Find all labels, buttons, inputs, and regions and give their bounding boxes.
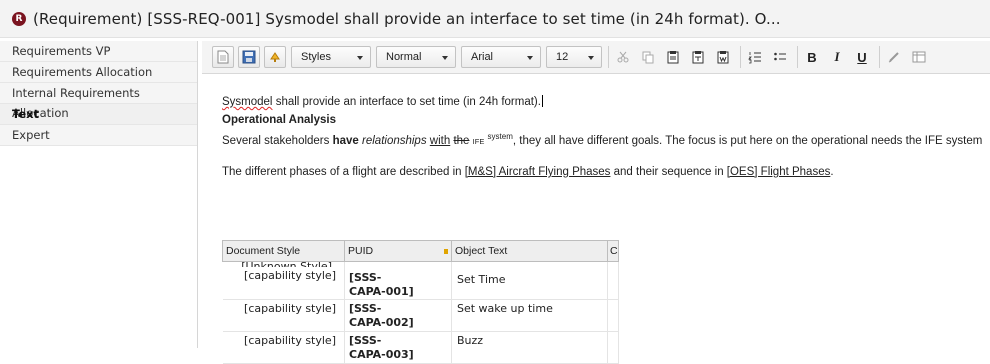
- table-header-row: Document Style PUID Object Text C: [222, 240, 619, 262]
- save-icon: [242, 50, 256, 64]
- puid-cell: [SSS- CAPA-002]: [344, 299, 452, 332]
- link-icon: [888, 52, 899, 63]
- text-cursor: [541, 95, 543, 107]
- copy-icon: [642, 51, 654, 64]
- toolbar-separator: [879, 46, 880, 68]
- sidebar-item-text[interactable]: Text: [0, 104, 197, 125]
- underline-button[interactable]: U: [851, 46, 873, 68]
- bulleted-list-button[interactable]: [769, 46, 791, 68]
- property-pages-sidebar: Requirements VP Requirements Allocation …: [0, 41, 198, 348]
- paste-word-button[interactable]: [712, 46, 734, 68]
- sidebar-item-expert[interactable]: Expert: [0, 125, 197, 146]
- paste-word-icon: [717, 51, 729, 64]
- extra-cell: [607, 299, 619, 332]
- editor-title: (Requirement) [SSS-REQ-001] Sysmodel sha…: [33, 9, 781, 28]
- toolbar-separator: [740, 46, 741, 68]
- requirement-icon: R: [12, 11, 26, 26]
- document-style-cell: [Unknown Style] [capability style]: [222, 260, 345, 300]
- small-run: IFE: [472, 137, 485, 146]
- new-document-icon: [217, 50, 229, 64]
- numbered-list-icon: [748, 52, 761, 64]
- format-dropdown[interactable]: Normal: [376, 46, 456, 68]
- numbered-list-button[interactable]: [744, 46, 766, 68]
- paste-text-icon: [692, 51, 704, 64]
- sort-marker-icon: [444, 249, 448, 254]
- underlined-run: with: [429, 135, 451, 147]
- sidebar-item-requirements-vp[interactable]: Requirements VP: [0, 41, 197, 62]
- bulleted-list-icon: [774, 52, 786, 61]
- chevron-down-icon: [588, 56, 594, 60]
- bold-button[interactable]: B: [801, 46, 823, 68]
- puid-part: [SSS-: [349, 302, 382, 315]
- paste-button[interactable]: [662, 46, 684, 68]
- stakeholders-paragraph: Several stakeholders have relationships …: [222, 132, 983, 147]
- extra-cell: [607, 261, 619, 300]
- flight-phases-paragraph: The different phases of a flight are des…: [222, 166, 834, 178]
- puid-part: CAPA-002]: [349, 316, 414, 329]
- table-row[interactable]: [capability style] [SSS- CAPA-002] Set w…: [222, 299, 619, 332]
- column-header-puid-label: PUID: [348, 245, 374, 257]
- sidebar-item-requirements-allocation[interactable]: Requirements Allocation: [0, 62, 197, 83]
- strikethrough-run: the: [453, 135, 470, 147]
- document-style-cell: [capability style]: [222, 299, 345, 332]
- sidebar-item-internal-requirements-allocation[interactable]: Internal Requirements Allocation: [0, 83, 197, 120]
- refresh-icon: [270, 52, 280, 62]
- font-value: Arial: [471, 51, 494, 63]
- toolbar-separator: [608, 46, 609, 68]
- requirement-text-rest: shall provide an interface to set time (…: [272, 96, 541, 108]
- table-row[interactable]: [Unknown Style] [capability style] [SSS-…: [222, 260, 619, 300]
- puid-part: CAPA-001]: [349, 285, 414, 298]
- object-text-cell: Set Time: [451, 261, 608, 300]
- copy-button[interactable]: [637, 46, 659, 68]
- object-text-cell: Set wake up time: [451, 299, 608, 332]
- font-size-dropdown[interactable]: 12: [546, 46, 602, 68]
- cut-icon: [617, 51, 629, 63]
- capability-style-label: [capability style]: [244, 269, 336, 282]
- cut-button[interactable]: [612, 46, 634, 68]
- toolbar-separator: [797, 46, 798, 68]
- editor-toolbar: Styles Normal Arial 12 B I U: [202, 41, 990, 74]
- puid-cell: [SSS- CAPA-001]: [344, 261, 452, 300]
- puid-part: CAPA-003]: [349, 348, 414, 361]
- misspelled-word: Sysmodel: [222, 96, 273, 108]
- link-button[interactable]: [883, 46, 905, 68]
- table-button[interactable]: [908, 46, 930, 68]
- column-header-partial[interactable]: C: [607, 240, 619, 262]
- italic-button[interactable]: I: [826, 46, 848, 68]
- puid-part: [SSS-: [349, 271, 382, 284]
- paste-text-button[interactable]: [687, 46, 709, 68]
- new-document-button[interactable]: [212, 46, 234, 68]
- save-button[interactable]: [238, 46, 260, 68]
- superscript-run: system: [487, 132, 513, 141]
- refresh-button[interactable]: [264, 46, 286, 68]
- text-run: .: [830, 166, 834, 178]
- chevron-down-icon: [527, 56, 533, 60]
- chevron-down-icon: [442, 56, 448, 60]
- text-run: The different phases of a flight are des…: [222, 166, 465, 178]
- table-icon: [912, 51, 926, 63]
- font-size-value: 12: [556, 51, 569, 63]
- italic-run: relationships: [362, 135, 427, 147]
- rich-text-editor: Styles Normal Arial 12 B I U Sysmodel sh…: [202, 37, 990, 364]
- operational-analysis-heading: Operational Analysis: [222, 114, 336, 126]
- format-value: Normal: [386, 51, 422, 63]
- bold-run: have: [332, 135, 359, 147]
- chevron-down-icon: [357, 56, 363, 60]
- styles-dropdown[interactable]: Styles: [291, 46, 371, 68]
- text-run: Several stakeholders: [222, 135, 333, 147]
- column-header-document-style[interactable]: Document Style: [222, 240, 345, 262]
- styles-value: Styles: [301, 51, 331, 63]
- column-header-puid[interactable]: PUID: [344, 240, 452, 262]
- text-run: and their sequence in: [610, 166, 727, 178]
- column-header-object-text[interactable]: Object Text: [451, 240, 608, 262]
- aircraft-flying-phases-link[interactable]: [M&S] Aircraft Flying Phases: [465, 166, 611, 178]
- paste-icon: [667, 51, 679, 64]
- editor-title-bar: R (Requirement) [SSS-REQ-001] Sysmodel s…: [0, 0, 990, 38]
- font-dropdown[interactable]: Arial: [461, 46, 541, 68]
- flight-phases-link[interactable]: [OES] Flight Phases: [727, 166, 831, 178]
- requirement-text-line: Sysmodel shall provide an interface to s…: [222, 95, 543, 108]
- puid-part: [SSS-: [349, 334, 382, 347]
- text-run: , they all have different goals. The foc…: [512, 135, 983, 147]
- capabilities-table[interactable]: Document Style PUID Object Text C [Unkno…: [222, 240, 619, 364]
